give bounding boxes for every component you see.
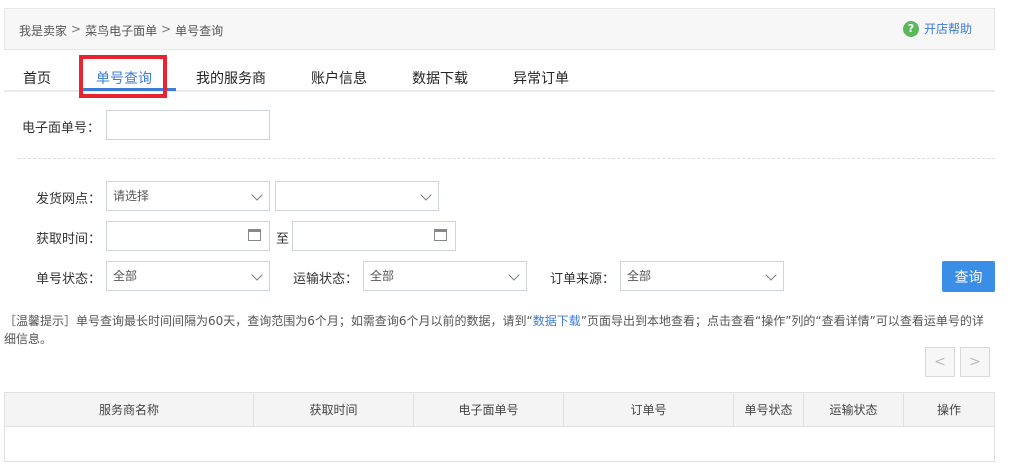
tab-my-providers[interactable]: 我的服务商 <box>196 68 266 88</box>
branch-sub-select[interactable] <box>275 181 439 211</box>
help-label: 开店帮助 <box>923 22 972 36</box>
status-select-value: 全部 <box>113 269 138 283</box>
column-header-action: 操作 <box>936 403 961 417</box>
column-header-transport-status: 运输状态 <box>804 393 904 426</box>
chevron-down-icon <box>251 269 263 281</box>
branch-select[interactable]: 请选择 <box>106 181 270 211</box>
table-header: 服务商名称 获取时间 电子面单号 订单号 单号状态 运输状态 操作 <box>5 393 994 427</box>
status-label: 单号状态： <box>36 272 102 287</box>
highlight-annotation <box>79 55 167 98</box>
status-select[interactable]: 全部 <box>106 261 270 291</box>
chevron-down-icon <box>765 269 777 281</box>
breadcrumb-item-current: 单号查询 <box>175 24 224 38</box>
tab-data-download[interactable]: 数据下载 <box>412 68 468 88</box>
tip-text: ［温馨提示］单号查询最长时间间隔为60天，查询范围为6个月；如需查询6个月以前的… <box>4 312 994 348</box>
branch-label: 发货网点： <box>36 192 102 207</box>
column-header-waybill-status: 单号状态 <box>734 393 804 426</box>
column-header-provider: 服务商名称 <box>5 393 254 426</box>
question-circle-icon: ? <box>902 20 919 37</box>
source-label: 订单来源： <box>550 272 616 287</box>
chevron-down-icon <box>508 269 520 281</box>
divider <box>18 158 995 159</box>
source-select-value: 全部 <box>627 269 652 283</box>
breadcrumb-separator: > <box>71 22 82 36</box>
column-header-time: 获取时间 <box>254 393 414 426</box>
query-button[interactable]: 查询 <box>942 261 995 292</box>
breadcrumb-separator: > <box>161 22 172 36</box>
branch-select-value: 请选择 <box>113 189 150 203</box>
data-download-link[interactable]: 数据下载 <box>533 314 581 328</box>
tab-abnormal-orders[interactable]: 异常订单 <box>513 68 569 88</box>
tab-account-info[interactable]: 账户信息 <box>311 68 367 88</box>
tip-text-part1: ［温馨提示］单号查询最长时间间隔为60天，查询范围为6个月；如需查询6个月以前的… <box>4 314 533 328</box>
prev-page-button[interactable]: < <box>925 347 955 377</box>
breadcrumb: 我是卖家 > 菜鸟电子面单 > 单号查询 <box>19 22 223 39</box>
calendar-icon[interactable] <box>248 229 261 241</box>
breadcrumb-item-cainiao[interactable]: 菜鸟电子面单 <box>85 22 157 39</box>
table-body <box>5 427 994 461</box>
transport-label: 运输状态： <box>293 272 359 287</box>
calendar-icon[interactable] <box>434 229 447 241</box>
tab-home[interactable]: 首页 <box>23 68 51 88</box>
next-page-button[interactable]: > <box>960 347 990 377</box>
help-link[interactable]: ? 开店帮助 <box>902 20 972 37</box>
results-table: 服务商名称 获取时间 电子面单号 订单号 单号状态 运输状态 操作 <box>4 392 995 462</box>
time-to-label: 至 <box>276 232 290 247</box>
time-label: 获取时间： <box>36 232 102 247</box>
chevron-down-icon <box>420 189 432 201</box>
waybill-label: 电子面单号： <box>22 121 101 136</box>
source-select[interactable]: 全部 <box>620 261 784 291</box>
column-header-order: 订单号 <box>564 393 734 426</box>
chevron-down-icon <box>251 189 263 201</box>
transport-select-value: 全部 <box>370 269 395 283</box>
time-to-input[interactable] <box>292 221 456 251</box>
time-from-input[interactable] <box>106 221 270 251</box>
column-header-waybill: 电子面单号 <box>414 393 564 426</box>
breadcrumb-item-seller[interactable]: 我是卖家 <box>19 22 67 39</box>
breadcrumb-bar: 我是卖家 > 菜鸟电子面单 > 单号查询 ? 开店帮助 <box>4 8 995 50</box>
transport-select[interactable]: 全部 <box>363 261 527 291</box>
waybill-input[interactable] <box>106 110 270 140</box>
